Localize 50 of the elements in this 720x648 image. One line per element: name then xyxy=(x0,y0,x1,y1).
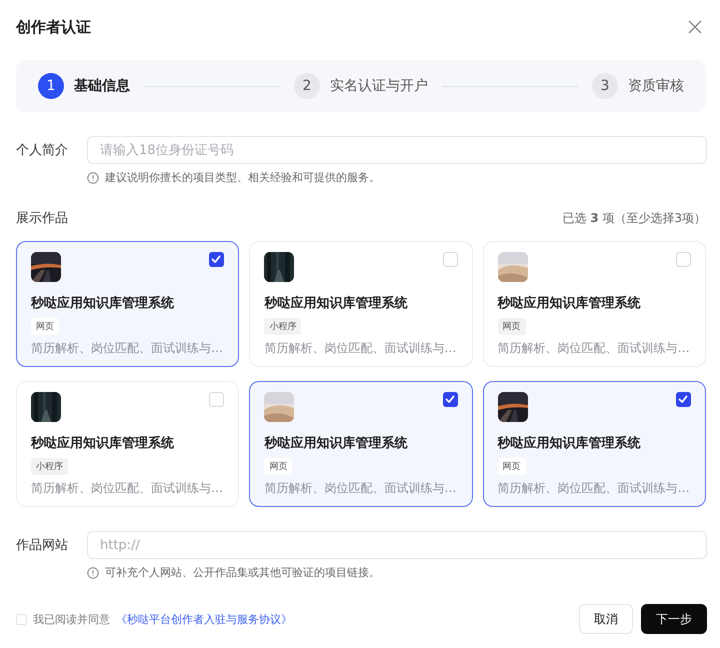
work-description: 简历解析、岗位匹配、面试训练与… xyxy=(264,340,458,357)
step-tab[interactable]: 2 实名认证与开户 xyxy=(294,73,428,99)
work-description: 简历解析、岗位匹配、面试训练与… xyxy=(498,480,691,497)
input-field[interactable]: 请输入18位身份证号码 xyxy=(87,136,707,164)
work-title: 秒哒应用知识库管理系统 xyxy=(264,294,408,312)
field-label: 个人简介 xyxy=(16,142,69,159)
close-icon[interactable] xyxy=(688,20,702,34)
work-title: 秒哒应用知识库管理系统 xyxy=(498,434,642,452)
step-tab[interactable]: 3 资质审核 xyxy=(592,73,684,99)
hint-text: 可补充个人网站、公开作品集或其他可验证的项目链接。 xyxy=(105,565,380,580)
work-card[interactable]: 秒哒应用知识库管理系统 网页 简历解析、岗位匹配、面试训练与… xyxy=(482,241,706,367)
work-title: 秒哒应用知识库管理系统 xyxy=(31,294,175,312)
work-tag: 小程序 xyxy=(264,318,302,335)
work-description: 简历解析、岗位匹配、面试训练与… xyxy=(31,340,224,357)
work-tag: 网页 xyxy=(264,458,292,475)
checkbox[interactable] xyxy=(442,252,458,267)
work-title: 秒哒应用知识库管理系统 xyxy=(264,434,408,452)
work-description: 简历解析、岗位匹配、面试训练与… xyxy=(498,340,691,357)
dialog-title: 创作者认证 xyxy=(16,18,91,36)
field-label: 作品网站 xyxy=(16,537,69,554)
work-title: 秒哒应用知识库管理系统 xyxy=(31,434,175,452)
work-card[interactable]: 秒哒应用知识库管理系统 网页 简历解析、岗位匹配、面试训练与… xyxy=(16,241,240,367)
work-description: 简历解析、岗位匹配、面试训练与… xyxy=(31,480,224,497)
work-card[interactable]: 秒哒应用知识库管理系统 网页 简历解析、岗位匹配、面试训练与… xyxy=(249,381,473,507)
checkbox[interactable] xyxy=(16,614,27,624)
cancel-button[interactable]: 取消 xyxy=(579,604,633,634)
checkbox[interactable] xyxy=(676,392,691,407)
agreement-link[interactable]: 《秒哒平台创作者入驻与服务协议》 xyxy=(116,612,292,626)
work-tag: 网页 xyxy=(498,318,526,335)
selection-count: 已选 3 项（至少选择3项） xyxy=(562,210,706,226)
step-tab[interactable]: 1 基础信息 xyxy=(38,73,130,99)
input-field[interactable]: http:// xyxy=(87,531,707,559)
hint-text: 建议说明你擅长的项目类型、相关经验和可提供的服务。 xyxy=(105,170,380,185)
checkbox[interactable] xyxy=(442,392,458,407)
checkbox[interactable] xyxy=(209,392,224,407)
next-button[interactable]: 下一步 xyxy=(641,604,707,634)
work-title: 秒哒应用知识库管理系统 xyxy=(498,294,642,312)
work-card[interactable]: 秒哒应用知识库管理系统 小程序 简历解析、岗位匹配、面试训练与… xyxy=(16,381,240,507)
section-title: 展示作品 xyxy=(16,210,68,227)
work-tag: 网页 xyxy=(31,318,59,335)
work-tag: 小程序 xyxy=(31,458,68,475)
info-icon xyxy=(87,566,99,578)
work-description: 简历解析、岗位匹配、面试训练与… xyxy=(264,480,458,497)
agreement-text: 我已阅读并同意 xyxy=(33,612,110,626)
work-tag: 网页 xyxy=(498,458,526,475)
work-card[interactable]: 秒哒应用知识库管理系统 小程序 简历解析、岗位匹配、面试训练与… xyxy=(249,241,473,367)
info-icon xyxy=(87,172,99,184)
checkbox[interactable] xyxy=(209,252,224,267)
work-card[interactable]: 秒哒应用知识库管理系统 网页 简历解析、岗位匹配、面试训练与… xyxy=(482,381,706,507)
checkbox[interactable] xyxy=(676,252,691,267)
